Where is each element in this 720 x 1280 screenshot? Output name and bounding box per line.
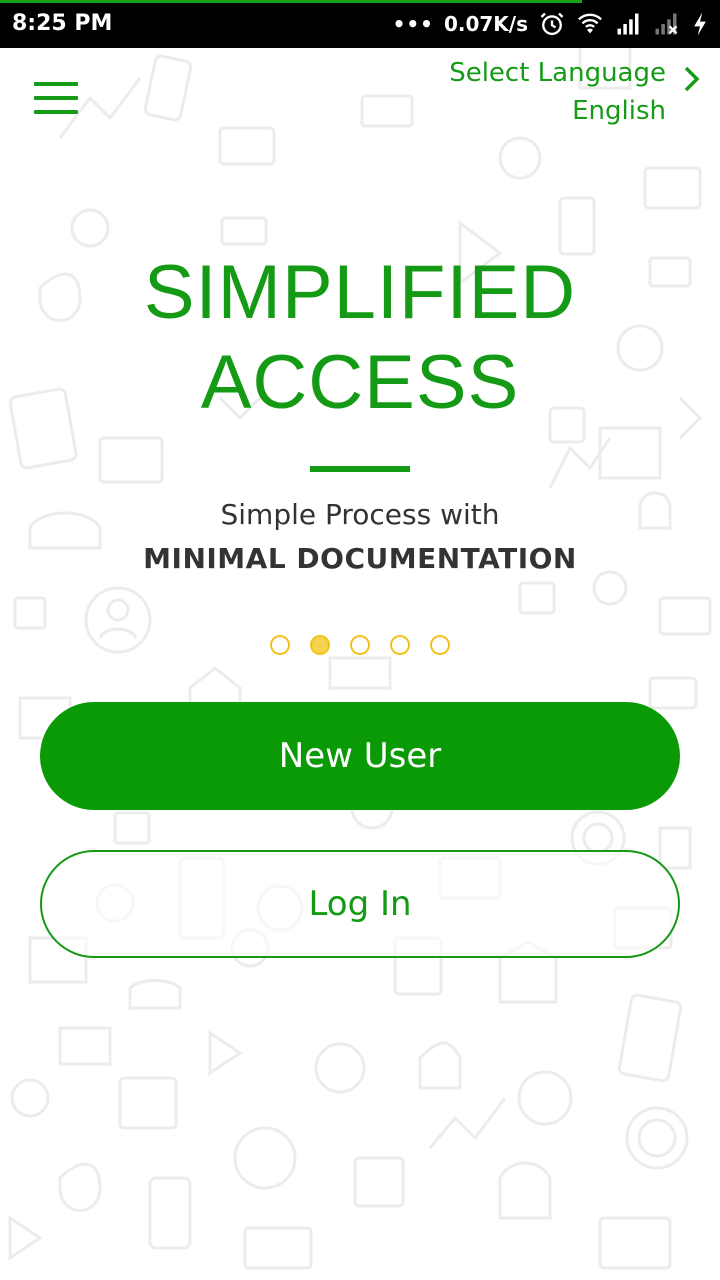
more-dots: ••• [392, 12, 434, 36]
hero-subtitle-bold: MINIMAL DOCUMENTATION [143, 542, 577, 575]
login-label: Log In [308, 884, 412, 924]
status-bar: 8:25 PM ••• 0.07K/s [0, 0, 720, 48]
background-pattern [8, 48, 712, 1270]
hamburger-menu-icon[interactable] [30, 78, 82, 118]
hero-title: SIMPLIFIED ACCESS [0, 248, 720, 428]
wifi-icon [578, 13, 602, 34]
pager-dot[interactable] [390, 635, 410, 655]
pager-dot[interactable] [350, 635, 370, 655]
welcome-screen: Select Language English SIMPLIFIED ACCES… [0, 48, 720, 1280]
pager-dot[interactable] [270, 635, 290, 655]
signal-no-data-icon [655, 13, 678, 35]
charging-icon [694, 12, 706, 36]
alarm-icon [540, 12, 564, 36]
language-label: Select Language [449, 58, 666, 88]
status-icons: ••• 0.07K/s [393, 8, 710, 40]
hero-title-line2: ACCESS [200, 340, 520, 425]
language-selector[interactable]: Select Language English [406, 58, 706, 138]
pager-dot-active[interactable] [310, 635, 330, 655]
carousel-pager [0, 635, 720, 655]
signal-icon [617, 13, 639, 35]
new-user-label: New User [278, 736, 442, 776]
hero-title-line1: SIMPLIFIED [143, 250, 577, 335]
title-divider [310, 466, 410, 472]
new-user-button[interactable]: New User [40, 702, 680, 810]
login-button[interactable]: Log In [40, 850, 680, 958]
status-progress-bar [0, 0, 582, 3]
pager-dot[interactable] [430, 635, 450, 655]
hero-subtitle: Simple Process with [220, 498, 500, 531]
network-speed: 0.07K/s [443, 12, 528, 36]
status-time: 8:25 PM [12, 11, 113, 36]
chevron-right-icon [684, 66, 700, 92]
language-value: English [572, 96, 666, 126]
